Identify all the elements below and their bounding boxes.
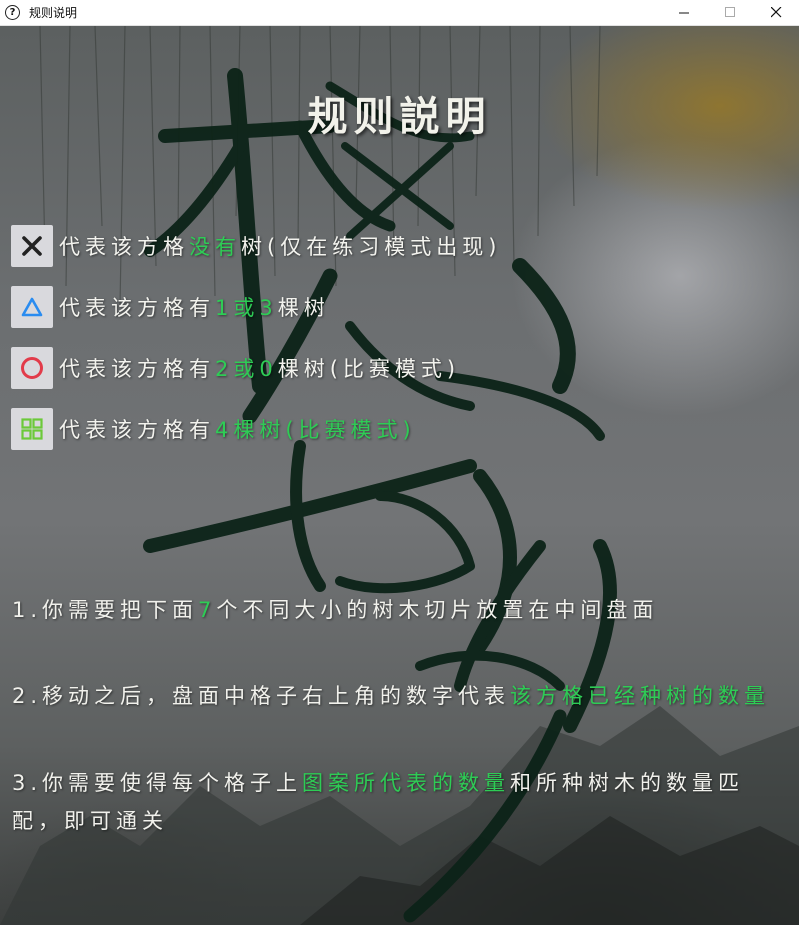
rule-1: 1.你需要把下面7个不同大小的树木切片放置在中间盘面	[12, 598, 659, 622]
circle-icon	[21, 357, 43, 379]
legend-text-circle: 代表该方格有2或0棵树(比赛模式)	[59, 357, 461, 381]
cross-icon	[22, 236, 42, 256]
minimize-icon	[678, 12, 689, 14]
triangle-icon	[21, 297, 43, 317]
window-title: 规则说明	[29, 6, 78, 20]
window-controls	[661, 0, 799, 25]
legend-icon-box	[11, 408, 53, 450]
page-title: 规则説明	[307, 93, 492, 140]
legend-row-grid: 代表该方格有4棵树(比赛模式)	[11, 408, 416, 450]
legend-row-circle: 代表该方格有2或0棵树(比赛模式)	[11, 347, 460, 389]
legend-text-triangle: 代表该方格有1或3棵树	[59, 296, 330, 320]
minimize-button[interactable]	[661, 0, 707, 25]
legend-icon-box	[11, 225, 53, 267]
rule-2: 2.移动之后，盘面中格子右上角的数字代表该方格已经种树的数量	[12, 684, 771, 708]
maximize-button[interactable]	[707, 0, 753, 25]
rules-canvas: 规则説明 代表该方格没有树(仅在练习模式出现) 代表该方格有1或3棵树 代表该方…	[0, 26, 799, 925]
grid-icon	[21, 418, 43, 440]
legend-row-none: 代表该方格没有树(仅在练习模式出现)	[11, 225, 501, 267]
legend-icon-box	[11, 286, 53, 328]
legend-text-grid: 代表该方格有4棵树(比赛模式)	[59, 418, 416, 442]
close-button[interactable]	[753, 0, 799, 25]
legend-icon-box	[11, 347, 53, 389]
legend-text-none: 代表该方格没有树(仅在练习模式出现)	[59, 235, 502, 259]
window-titlebar: ? 规则说明	[0, 0, 799, 26]
close-icon	[770, 7, 781, 18]
question-icon: ?	[5, 5, 20, 20]
legend-row-triangle: 代表该方格有1或3棵树	[11, 286, 330, 328]
rule-3: 3.你需要使得每个格子上图案所代表的数量和所种树木的数量匹配，即可通关	[12, 771, 745, 833]
maximize-icon	[724, 7, 735, 17]
